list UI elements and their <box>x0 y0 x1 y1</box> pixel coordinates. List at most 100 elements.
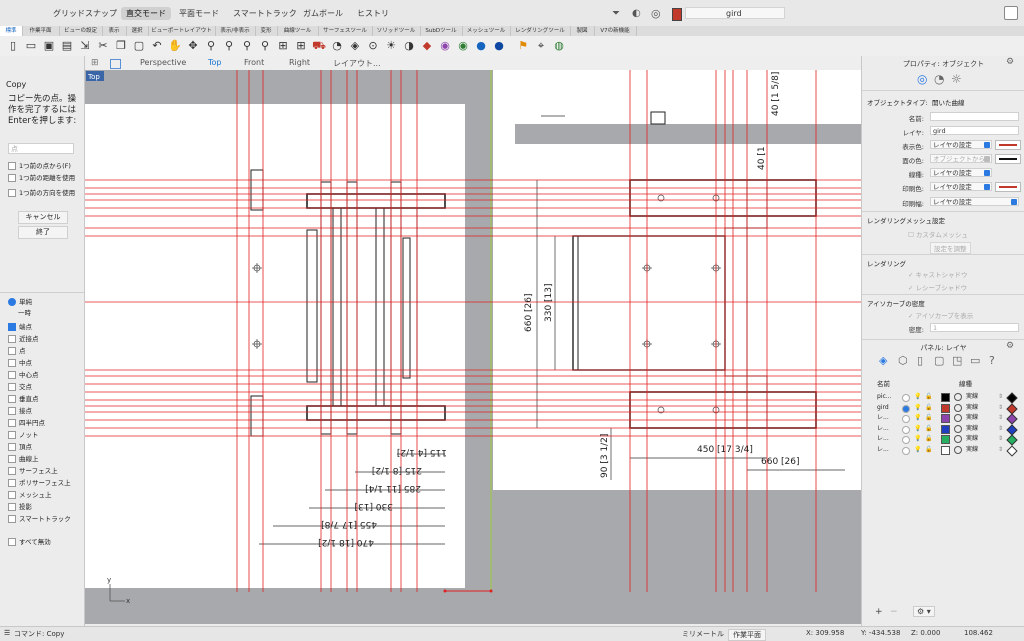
zoom-extents-icon[interactable]: ⚲ <box>240 39 254 53</box>
tab-visibility[interactable]: 表示/非表示 <box>215 26 256 36</box>
layer-row[interactable]: レ... 💡 🔓 実線 ⇕ <box>862 423 1024 436</box>
layer-linetype[interactable]: 実線 <box>966 434 978 444</box>
osnap-checkbox[interactable] <box>8 515 16 523</box>
linetype-select[interactable]: レイヤの設定 <box>930 168 992 177</box>
tab-perspective[interactable]: Perspective <box>140 58 186 67</box>
tab-cplane[interactable]: 作業平面 <box>22 26 60 36</box>
osnap-10[interactable]: 頂点 <box>8 441 32 451</box>
layer-linetype[interactable]: 実線 <box>966 413 978 423</box>
layer-row[interactable]: レ... 💡 🔓 実線 ⇕ <box>862 434 1024 446</box>
grid-layout-icon[interactable]: ⊞ <box>91 58 99 68</box>
layer-linetype[interactable]: 実線 <box>966 424 978 434</box>
filter-icon[interactable]: ⏷ <box>612 8 620 19</box>
lock-icon[interactable]: 🔓 <box>925 413 932 423</box>
print-icon[interactable]: ▤ <box>60 39 74 53</box>
tab-right[interactable]: Right <box>289 58 310 67</box>
open-file-icon[interactable]: ▭ <box>24 39 38 53</box>
print-color-swatch[interactable] <box>995 182 1021 192</box>
current-layer-radio[interactable] <box>902 446 910 455</box>
copy-icon[interactable]: ❐ <box>114 39 128 53</box>
osnap-checkbox[interactable] <box>8 431 16 439</box>
tab-drafting[interactable]: 製図 <box>570 26 595 36</box>
current-layer-radio[interactable] <box>902 436 910 444</box>
density-field[interactable]: 1 <box>930 323 1019 332</box>
texture-tab-icon[interactable]: ▢ <box>934 354 944 367</box>
history-toggle[interactable]: ヒストリ <box>352 7 394 20</box>
custom-mesh-checkbox[interactable]: ☐ カスタムメッシュ <box>908 229 968 239</box>
flag-icon[interactable]: ⚑ <box>516 39 530 53</box>
print-color-icon[interactable] <box>1006 444 1018 457</box>
material-color-select[interactable]: オブジェクトから <box>930 154 992 163</box>
tab-subd-tools[interactable]: SubDツール <box>420 26 463 36</box>
material-props-icon[interactable]: ◔ <box>934 72 944 86</box>
lock-icon[interactable]: 🔓 <box>925 434 932 444</box>
osnap-3[interactable]: 中点 <box>8 357 32 367</box>
sphere-icon[interactable]: ● <box>474 39 488 53</box>
display-color-swatch[interactable] <box>995 140 1021 150</box>
render-icon[interactable]: ● <box>492 39 506 53</box>
tab-select[interactable]: 選択 <box>126 26 149 36</box>
osnap-checkbox[interactable] <box>8 467 16 475</box>
object-props-icon[interactable]: ◎ <box>917 72 927 86</box>
tab-display[interactable]: 表示 <box>102 26 127 36</box>
cplane-icon[interactable]: ◈ <box>348 39 362 53</box>
light-props-icon[interactable]: ☼ <box>951 72 962 86</box>
cut-icon[interactable]: ✂ <box>96 39 110 53</box>
undo-icon[interactable]: ↶ <box>150 39 164 53</box>
layer-linetype[interactable]: 実線 <box>966 392 978 402</box>
tab-mesh-tools[interactable]: メッシュツール <box>462 26 511 36</box>
lock-icon[interactable]: 🔓 <box>925 424 932 434</box>
osnap-14[interactable]: メッシュ上 <box>8 489 52 499</box>
help-icon[interactable]: ? <box>989 354 995 367</box>
rotate-view-icon[interactable]: ✥ <box>186 39 200 53</box>
osnap-6[interactable]: 垂直点 <box>8 393 39 403</box>
globe-icon[interactable]: ◍ <box>552 39 566 53</box>
lightbulb-icon[interactable]: 💡 <box>914 403 921 413</box>
layer-color-swatch[interactable] <box>941 424 950 434</box>
select-point-icon[interactable]: ⊙ <box>366 39 380 53</box>
receive-shadows-checkbox[interactable]: ✓ レシーブシャドウ <box>908 282 967 292</box>
material-icon[interactable] <box>954 403 962 412</box>
osnap-checkbox[interactable] <box>8 443 16 451</box>
current-layer-radio[interactable] <box>902 404 910 413</box>
add-layer-button[interactable]: + <box>875 607 883 617</box>
command-line[interactable]: コマンド: Copy <box>14 629 64 639</box>
tab-new-in-v7[interactable]: V7の新機能 <box>594 26 637 36</box>
osnap-16[interactable]: スマートトラック <box>8 513 71 523</box>
current-layer-field[interactable]: gird <box>685 7 785 19</box>
layers-options-icon[interactable]: ⚙ <box>1006 341 1014 351</box>
point-input[interactable]: 点 <box>8 143 74 154</box>
osnap-checkbox[interactable] <box>8 395 16 403</box>
lightbulb-icon[interactable]: 💡 <box>914 413 921 423</box>
cplane-select[interactable]: 作業平面 <box>728 629 766 641</box>
osnap-checkbox[interactable] <box>8 323 16 331</box>
material-icon[interactable]: ◉ <box>438 39 452 53</box>
osnap-15[interactable]: 投影 <box>8 501 32 511</box>
show-isocurves-checkbox[interactable]: ✓ アイソカーブを表示 <box>908 310 973 320</box>
shade-icon[interactable]: ◑ <box>402 39 416 53</box>
layer-color-swatch[interactable] <box>941 414 950 423</box>
grid-snap-toggle[interactable]: グリッドスナップ <box>48 7 122 20</box>
osnap-disable-all[interactable]: すべて無効 <box>8 536 51 546</box>
layer-linetype[interactable]: 実線 <box>966 445 978 455</box>
zoom-window-icon[interactable]: ⚲ <box>222 39 236 53</box>
layer-settings-button[interactable]: ⚙ ▾ <box>913 606 935 617</box>
osnap-0[interactable]: 端点 <box>8 321 32 331</box>
smart-track-toggle[interactable]: スマートトラック <box>228 7 302 20</box>
import-icon[interactable]: ⇲ <box>78 39 92 53</box>
adjust-mesh-button[interactable]: 設定を調整 <box>930 242 971 254</box>
environment-tab-icon[interactable]: ◳ <box>952 354 962 367</box>
lightbulb-icon[interactable]: 💡 <box>914 392 921 402</box>
material-icon[interactable] <box>954 424 962 433</box>
osnap-checkbox[interactable] <box>8 479 16 487</box>
drawing-canvas[interactable]: Top 115 [4 1/2] 215 [8 1/2] 285 [11 1/4]… <box>85 70 861 624</box>
layer-color-swatch[interactable] <box>941 393 950 402</box>
layer-row[interactable]: レ... 💡 🔓 実線 ⇕ <box>862 444 1024 457</box>
osnap-4[interactable]: 中心点 <box>8 369 39 379</box>
target-icon[interactable]: ◎ <box>651 7 661 20</box>
osnap-11[interactable]: 曲線上 <box>8 453 39 463</box>
tab-top[interactable]: Top <box>208 58 222 67</box>
lock-icon[interactable]: 🔓 <box>925 403 932 413</box>
osnap-9[interactable]: ノット <box>8 429 38 439</box>
measure-icon[interactable]: ⌖ <box>534 39 548 53</box>
